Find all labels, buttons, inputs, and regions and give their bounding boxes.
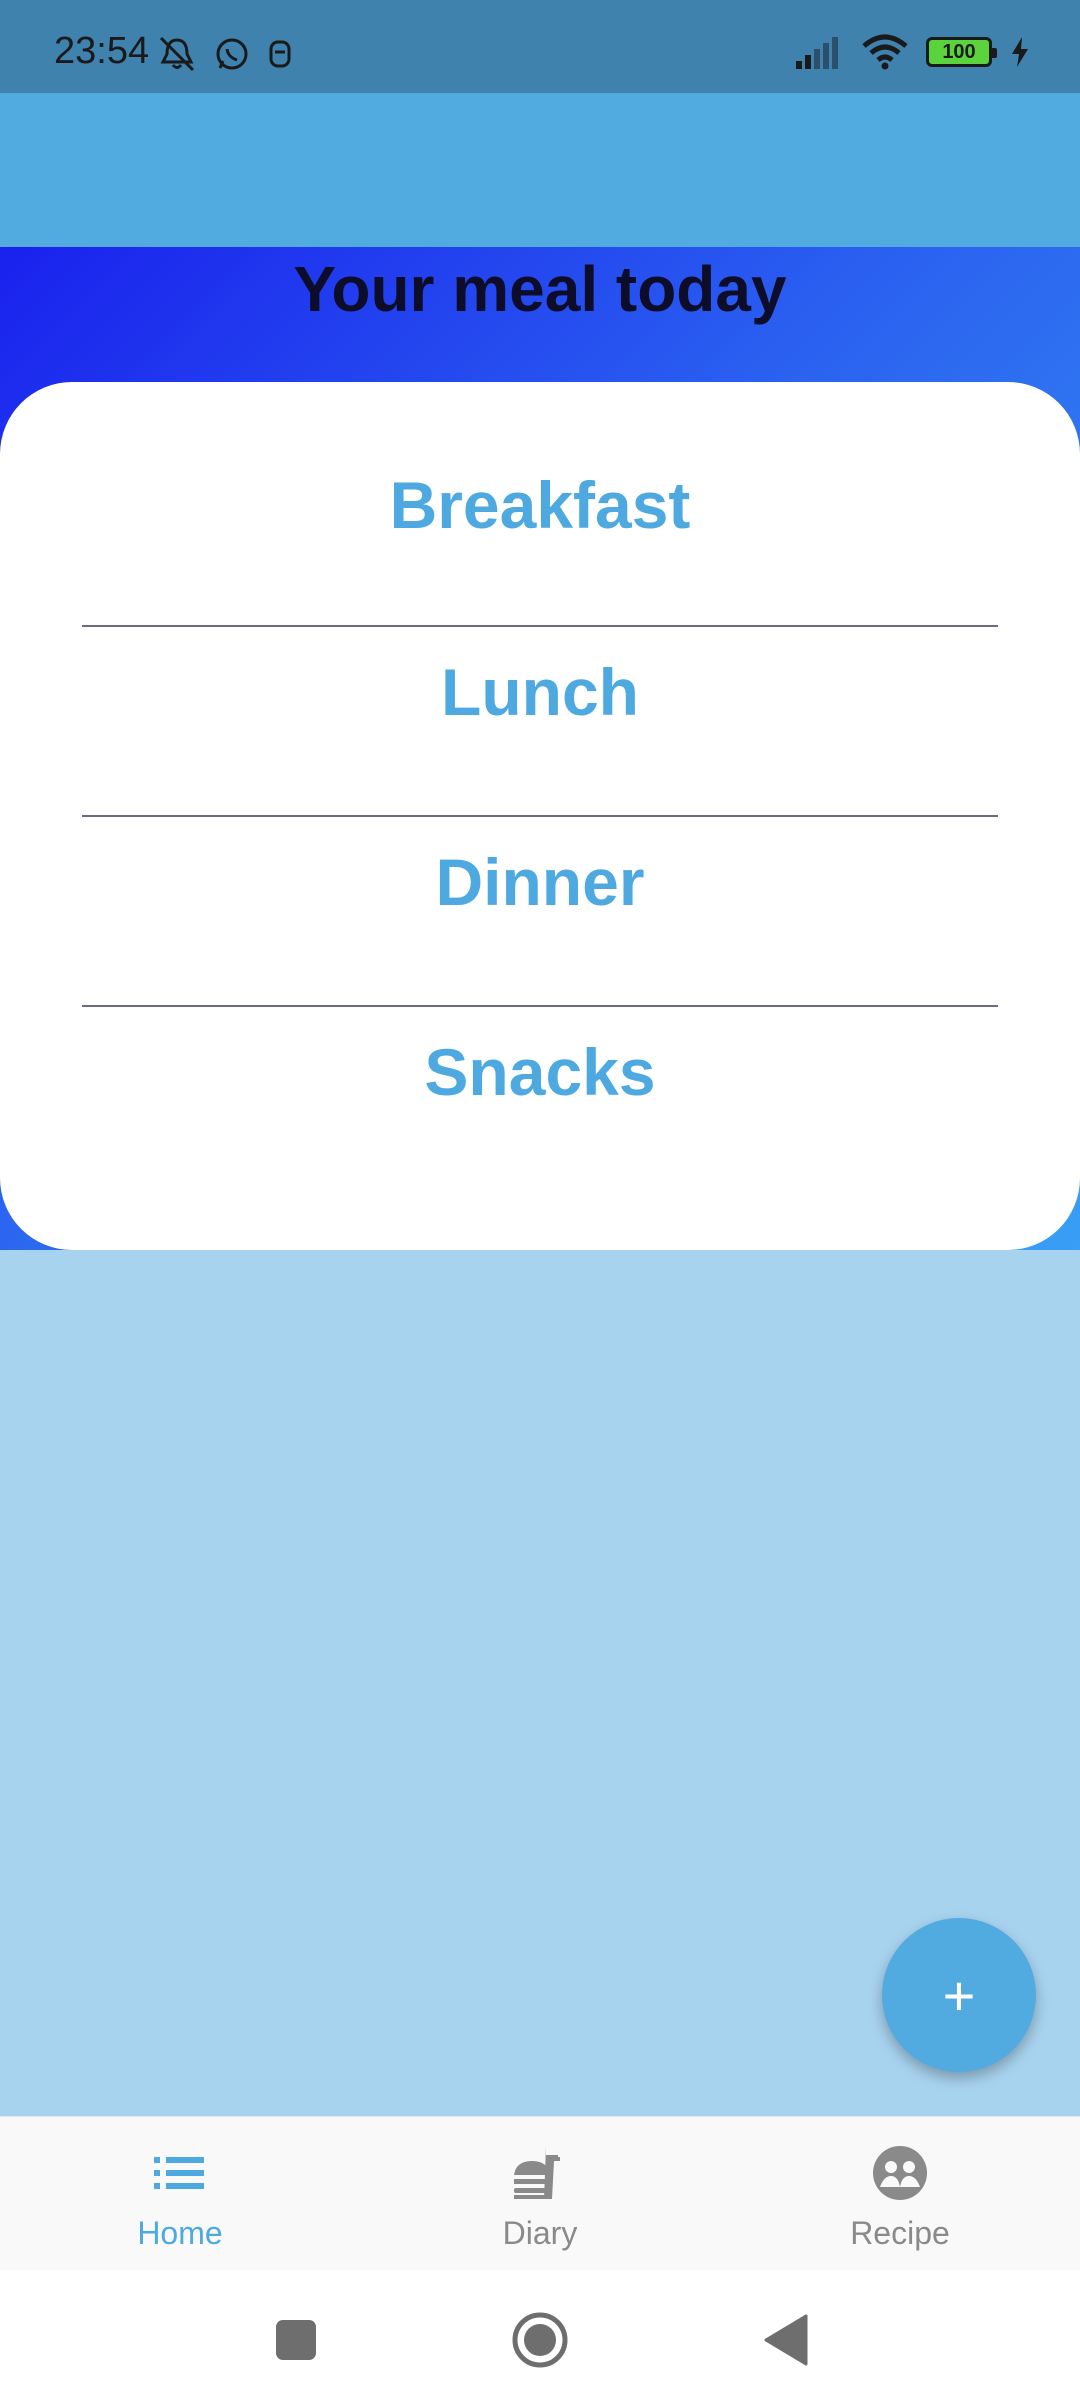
charging-icon — [1012, 37, 1028, 67]
nav-item-home[interactable]: Home — [0, 2117, 360, 2271]
wifi-icon — [862, 34, 908, 70]
page-title: Your meal today — [293, 253, 787, 325]
nav-label: Recipe — [850, 2215, 950, 2251]
nav-label: Home — [137, 2215, 223, 2251]
status-right-icons: 100 — [794, 34, 1030, 70]
list-icon — [154, 2157, 204, 2189]
nav-item-diary[interactable]: Diary — [360, 2117, 720, 2271]
mute-icon — [159, 36, 195, 72]
status-time: 23:54 — [54, 30, 150, 72]
status-bar: 23:54 100 — [0, 0, 1080, 93]
notification-app-icon — [269, 40, 291, 68]
group-recipe-icon — [873, 2146, 927, 2200]
meal-item-label: Dinner — [435, 845, 645, 919]
add-fab-button[interactable]: + — [882, 1918, 1036, 2072]
recents-button[interactable] — [266, 2310, 326, 2370]
home-button[interactable] — [510, 2310, 570, 2370]
plus-icon: + — [942, 1963, 976, 2027]
back-button[interactable] — [756, 2310, 816, 2370]
meal-item-breakfast[interactable]: Breakfast — [82, 410, 998, 600]
meal-item-label: Snacks — [424, 1035, 656, 1109]
meal-item-snacks[interactable]: Snacks — [82, 977, 998, 1167]
meal-item-dinner[interactable]: Dinner — [82, 787, 998, 977]
whatsapp-icon — [216, 38, 248, 70]
system-nav-bar — [0, 2270, 1080, 2400]
app-bar — [0, 93, 1080, 247]
meal-item-label: Breakfast — [389, 468, 691, 542]
battery-icon: 100 — [926, 37, 997, 67]
fastfood-icon — [514, 2147, 560, 2199]
triangle-back-icon — [764, 2314, 808, 2366]
status-left-icons — [155, 34, 295, 74]
square-icon — [276, 2320, 316, 2360]
circle-icon — [512, 2312, 568, 2368]
nav-label: Diary — [502, 2215, 578, 2251]
meal-item-label: Lunch — [441, 655, 639, 729]
nav-item-recipe[interactable]: Recipe — [720, 2117, 1080, 2271]
signal-icon — [796, 37, 838, 69]
bottom-nav: Home Diary Recipe — [0, 2116, 1080, 2270]
meal-item-lunch[interactable]: Lunch — [82, 597, 998, 787]
